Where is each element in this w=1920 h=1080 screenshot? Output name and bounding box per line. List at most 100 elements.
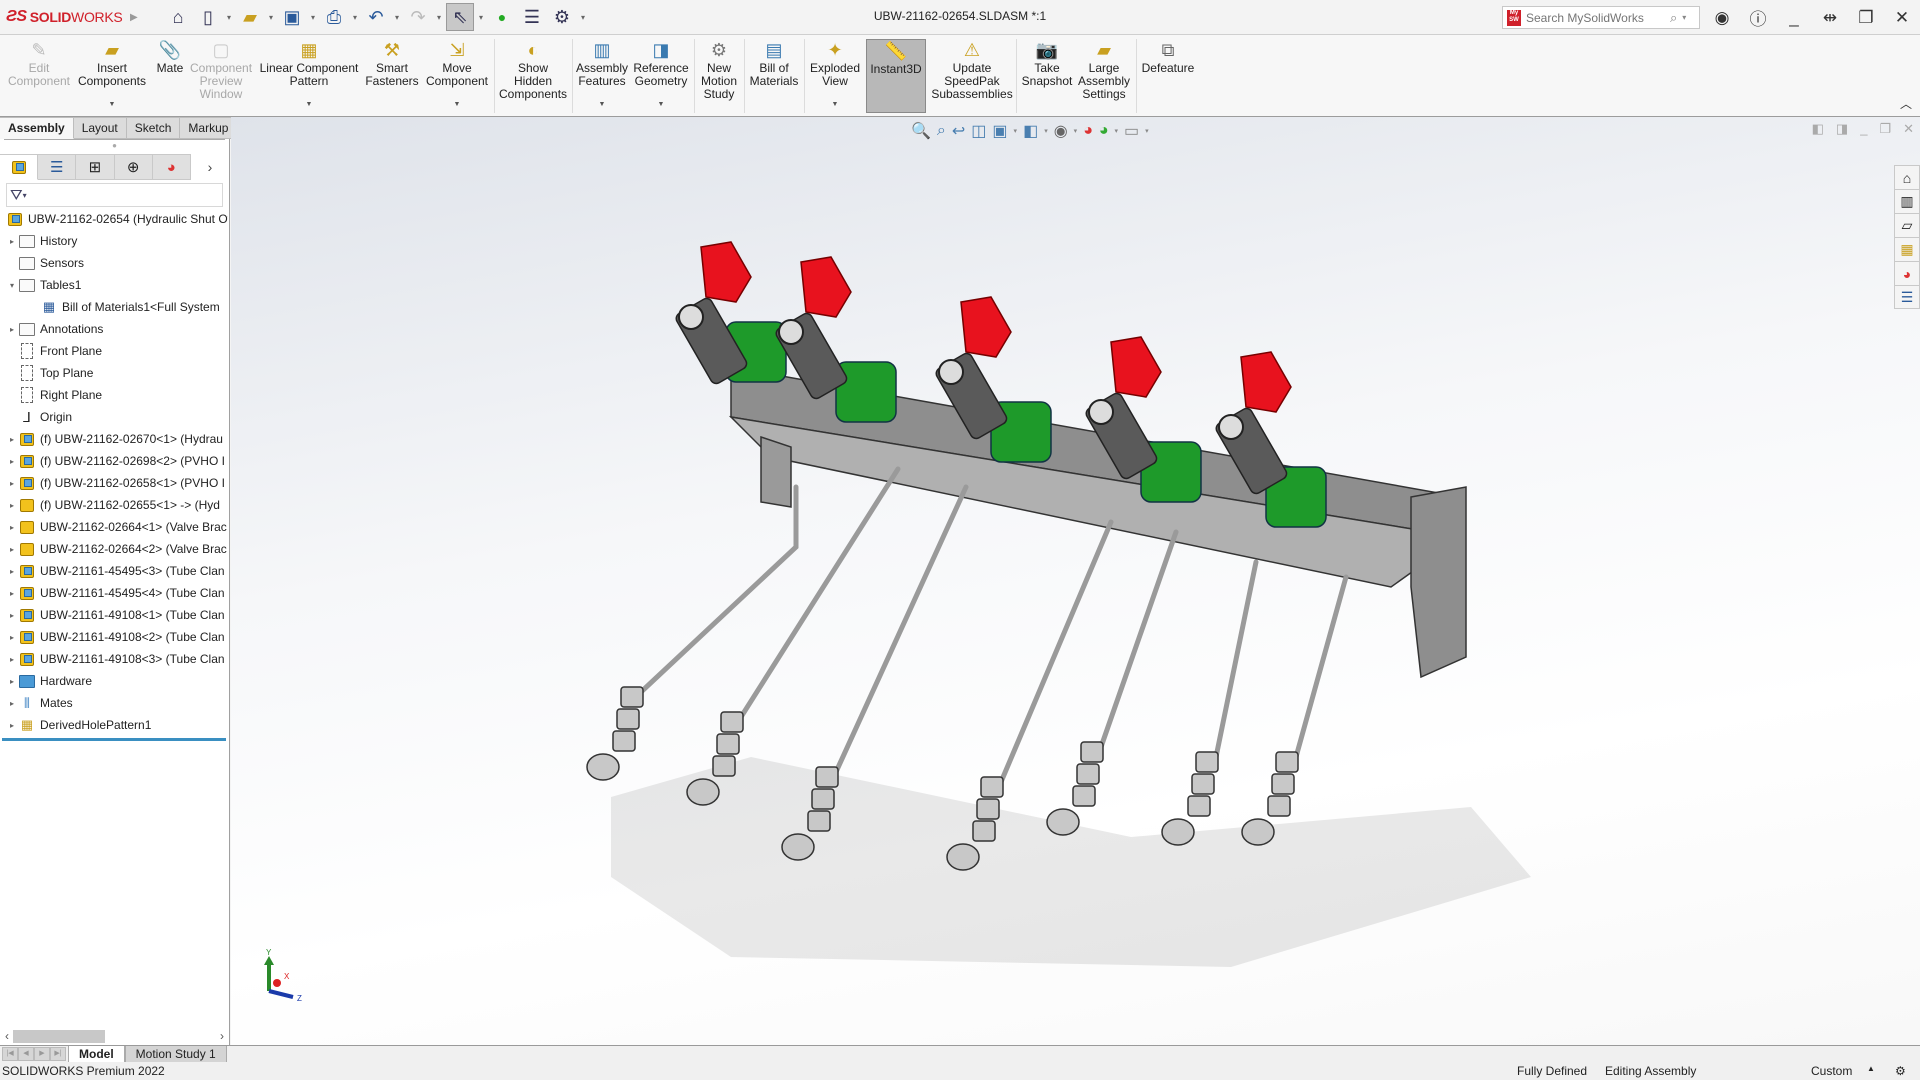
edit-component-button[interactable]: ✎ Edit Component (6, 39, 72, 113)
last-tab-icon[interactable]: ▶| (50, 1047, 66, 1061)
tree-root-assembly[interactable]: UBW-21162-02654 (Hydraulic Shut Off (0, 208, 228, 230)
file-properties-icon[interactable]: ☰ (518, 3, 546, 31)
customize-status-bar-icon[interactable]: ⚙ (1895, 1064, 1906, 1078)
mate-button[interactable]: 📎 Mate (152, 39, 188, 113)
expand-toggle-icon[interactable]: ▸ (6, 699, 18, 708)
insert-components-button[interactable]: ▰ Insert Components ▼ (76, 39, 148, 113)
tree-item[interactable]: ▸ UBW-21162-02664<1> (Valve Brac (0, 516, 228, 538)
tree-item[interactable]: ▸ UBW-21161-49108<2> (Tube Clan (0, 626, 228, 648)
chevron-down-icon[interactable]: ▼ (306, 98, 313, 111)
chevron-down-icon[interactable]: ▼ (832, 98, 839, 111)
tree-item[interactable]: ▸ UBW-21161-49108<1> (Tube Clan (0, 604, 228, 626)
home-icon[interactable]: ⌂ (164, 3, 192, 31)
tree-item[interactable]: ▦ Bill of Materials1<Full System (0, 296, 228, 318)
chevron-down-icon[interactable]: ▼ (658, 98, 665, 111)
collapse-ribbon-chevron-up-icon[interactable]: ︿ (1900, 95, 1912, 112)
tree-item[interactable]: Sensors (0, 252, 228, 274)
bill-of-materials-button[interactable]: ▤ Bill of Materials (748, 39, 800, 113)
tree-item[interactable]: ⅃ Origin (0, 406, 228, 428)
instant3d-toggle[interactable]: 📏 Instant3D (866, 39, 926, 113)
search-dropdown-icon[interactable]: ▾ (1682, 13, 1686, 22)
undo-dropdown[interactable]: ▾ (392, 13, 402, 22)
tree-item[interactable]: Right Plane (0, 384, 228, 406)
tab-markup[interactable]: Markup (180, 117, 238, 139)
expand-toggle-icon[interactable]: ▸ (6, 479, 18, 488)
expand-toggle-icon[interactable]: ▸ (6, 677, 18, 686)
update-speedpak-button[interactable]: ⚠ Update SpeedPak Subassemblies (931, 39, 1012, 113)
expand-toggle-icon[interactable]: ▸ (6, 501, 18, 510)
scroll-right-icon[interactable]: › (220, 1029, 224, 1043)
expand-toggle-icon[interactable]: ▸ (6, 545, 18, 554)
help-icon[interactable]: ⓘ (1740, 5, 1776, 30)
exploded-view-button[interactable]: ✦ Exploded View ▼ (808, 39, 862, 113)
print-icon[interactable]: ⎙ (320, 3, 348, 31)
scroll-left-icon[interactable]: ‹ (5, 1029, 9, 1043)
redo-dropdown[interactable]: ▾ (434, 13, 444, 22)
minimize-button[interactable]: _ (1776, 8, 1812, 28)
restore-button[interactable]: ❐ (1848, 8, 1884, 28)
expand-toggle-icon[interactable]: ▾ (6, 281, 18, 290)
component-preview-window-button[interactable]: ▢ Component Preview Window (190, 39, 252, 113)
options-dropdown[interactable]: ▾ (578, 13, 588, 22)
large-assembly-settings-button[interactable]: ▰ Large Assembly Settings (1076, 39, 1132, 113)
expand-toggle-icon[interactable]: ▸ (6, 325, 18, 334)
more-tabs-chevron-right-icon[interactable]: › (190, 154, 229, 180)
tab-motion-study-1[interactable]: Motion Study 1 (124, 1045, 227, 1063)
tree-item[interactable]: ▸ ⫴ Mates (0, 692, 228, 714)
expand-toggle-icon[interactable]: ▸ (6, 457, 18, 466)
prev-tab-icon[interactable]: ◀ (18, 1047, 34, 1061)
tab-assembly[interactable]: Assembly (0, 117, 74, 139)
new-dropdown[interactable]: ▾ (224, 13, 234, 22)
solidworks-logo[interactable]: ƧS SOLID WORKS (0, 8, 130, 26)
tab-featuremanager[interactable] (0, 154, 39, 180)
assembly-3d-model[interactable] (231, 117, 1920, 1045)
rollback-bar[interactable] (2, 738, 226, 741)
search-icon[interactable]: ⌕ (1670, 10, 1677, 26)
tab-sketch[interactable]: Sketch (126, 117, 181, 139)
tree-item[interactable]: ▾ Tables1 (0, 274, 228, 296)
search-mysolidworks[interactable]: MySW ⌕ ▾ (1502, 6, 1700, 29)
open-dropdown[interactable]: ▾ (266, 13, 276, 22)
menu-expand-arrow-icon[interactable]: ▶ (130, 12, 144, 23)
next-tab-icon[interactable]: ▶ (34, 1047, 50, 1061)
expand-toggle-icon[interactable]: ▸ (6, 655, 18, 664)
panel-splitter-handle[interactable]: ● (4, 139, 225, 151)
chevron-down-icon[interactable]: ▼ (109, 98, 116, 111)
tab-configurationmanager[interactable]: ⊞ (76, 154, 115, 180)
tree-item[interactable]: ▸ UBW-21161-45495<3> (Tube Clan (0, 560, 228, 582)
move-component-button[interactable]: ⇲ Move Component ▼ (424, 39, 490, 113)
expand-toggle-icon[interactable]: ▸ (6, 567, 18, 576)
take-snapshot-button[interactable]: 📷 Take Snapshot (1020, 39, 1074, 113)
close-button[interactable]: ✕ (1884, 8, 1920, 28)
tree-item[interactable]: ▸ UBW-21162-02664<2> (Valve Brac (0, 538, 228, 560)
new-motion-study-button[interactable]: ⚙ New Motion Study (698, 39, 740, 113)
linear-component-pattern-button[interactable]: ▦ Linear Component Pattern ▼ (258, 39, 360, 113)
defeature-button[interactable]: ⧉ Defeature (1140, 39, 1196, 113)
tree-item[interactable]: ▸ Annotations (0, 318, 228, 340)
tile-button[interactable]: ⇹ (1812, 8, 1848, 28)
search-input[interactable] (1526, 10, 1666, 25)
expand-toggle-icon[interactable]: ▸ (6, 523, 18, 532)
new-document-icon[interactable]: ▯ (194, 3, 222, 31)
tree-item[interactable]: ▸ Hardware (0, 670, 228, 692)
tree-item[interactable]: ▸ UBW-21161-45495<4> (Tube Clan (0, 582, 228, 604)
chevron-down-icon[interactable]: ▼ (599, 98, 606, 111)
expand-toggle-icon[interactable]: ▸ (6, 237, 18, 246)
tree-item[interactable]: ▸ (f) UBW-21162-02655<1> -> (Hyd (0, 494, 228, 516)
tree-item[interactable]: ▸ (f) UBW-21162-02670<1> (Hydrau (0, 428, 228, 450)
undo-icon[interactable]: ↶ (362, 3, 390, 31)
redo-icon[interactable]: ↷ (404, 3, 432, 31)
first-tab-icon[interactable]: |◀ (2, 1047, 18, 1061)
tab-dimxpertmanager[interactable]: ⊕ (114, 154, 153, 180)
tree-horizontal-scrollbar[interactable]: ‹ › (0, 1027, 229, 1045)
chevron-down-icon[interactable]: ▼ (454, 98, 461, 111)
tree-item[interactable]: Front Plane (0, 340, 228, 362)
tree-item[interactable]: ▸ (f) UBW-21162-02658<1> (PVHO I (0, 472, 228, 494)
expand-toggle-icon[interactable]: ▸ (6, 611, 18, 620)
tab-layout[interactable]: Layout (73, 117, 127, 139)
expand-toggle-icon[interactable]: ▸ (6, 721, 18, 730)
expand-toggle-icon[interactable]: ▸ (6, 633, 18, 642)
unit-system-chevron-up-icon[interactable]: ▲ (1867, 1064, 1875, 1073)
graphics-area[interactable]: 🔍 ⌕ ↩ ◫ ▣ ▾ ◧ ▾ ◉ ▾ ◕ ◕ ▾ ▭ ▾ ◧ ◨ _ ❐ ✕ ⌂ ▥ ▱… (231, 117, 1920, 1045)
tree-item[interactable]: ▸ ▦ DerivedHolePattern1 (0, 714, 228, 736)
